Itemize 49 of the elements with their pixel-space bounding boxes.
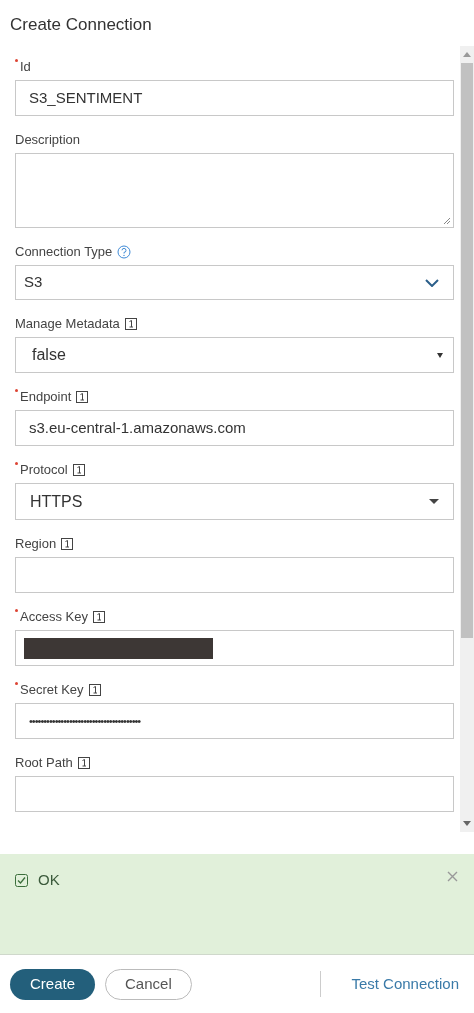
field-label: Root Path [15,754,73,773]
caret-down-icon [429,499,439,504]
info-icon[interactable] [61,538,74,550]
field-label: Id [20,58,31,77]
field-label: Secret Key [20,681,84,700]
info-icon[interactable] [124,318,137,330]
dropdown-field[interactable]: S3 [15,265,454,300]
required-marker [15,59,18,63]
field-value: ••••••••••••••••••••••••••••••••••••••• [29,713,141,729]
checkbox-tick-icon [15,873,28,887]
field-value: S3_SENTIMENT [29,87,143,108]
cancel-button[interactable]: Cancel [105,968,192,1000]
field-label: Region [15,535,57,554]
field-label: Connection Type [15,243,113,262]
field-label: Manage Metadata [15,315,120,334]
test-connection-link[interactable]: Test Connection [351,972,459,996]
chevron-down-icon [425,278,439,287]
field-label: Access Key [20,608,88,627]
dropdown-field[interactable]: HTTPS [15,483,454,520]
field-label: Description [15,131,81,150]
info-icon[interactable] [76,391,89,403]
scrollbar[interactable] [460,46,474,832]
info-icon[interactable] [77,757,90,769]
caret-down-icon [437,352,443,358]
text-field[interactable] [15,557,454,593]
info-icon[interactable] [88,684,101,696]
dialog-title: Create Connection [10,14,152,37]
resize-handle-icon[interactable] [443,217,451,225]
text-field[interactable]: s3.eu-central-1.amazonaws.com [15,410,454,446]
message-text: OK [38,870,60,890]
required-marker [15,609,18,613]
password-field[interactable]: ••••••••••••••••••••••••••••••••••••••• [15,703,454,739]
scrollbar-thumb[interactable] [461,63,473,638]
info-icon[interactable] [92,611,105,623]
text-field[interactable] [15,630,454,666]
field-value: s3.eu-central-1.amazonaws.com [29,417,246,438]
create-button[interactable]: Create [10,968,96,1000]
field-label: Endpoint [20,388,72,407]
field-label: Protocol [20,461,68,480]
info-icon[interactable] [72,464,85,476]
dropdown-field[interactable]: false [15,337,454,373]
textarea-field[interactable] [15,153,454,228]
text-field[interactable] [15,776,454,812]
required-marker [15,389,18,393]
required-marker [15,682,18,686]
help-icon[interactable] [117,245,132,259]
scroll-down-icon[interactable] [463,821,471,826]
required-marker [15,462,18,466]
text-field[interactable]: S3_SENTIMENT [15,80,454,116]
